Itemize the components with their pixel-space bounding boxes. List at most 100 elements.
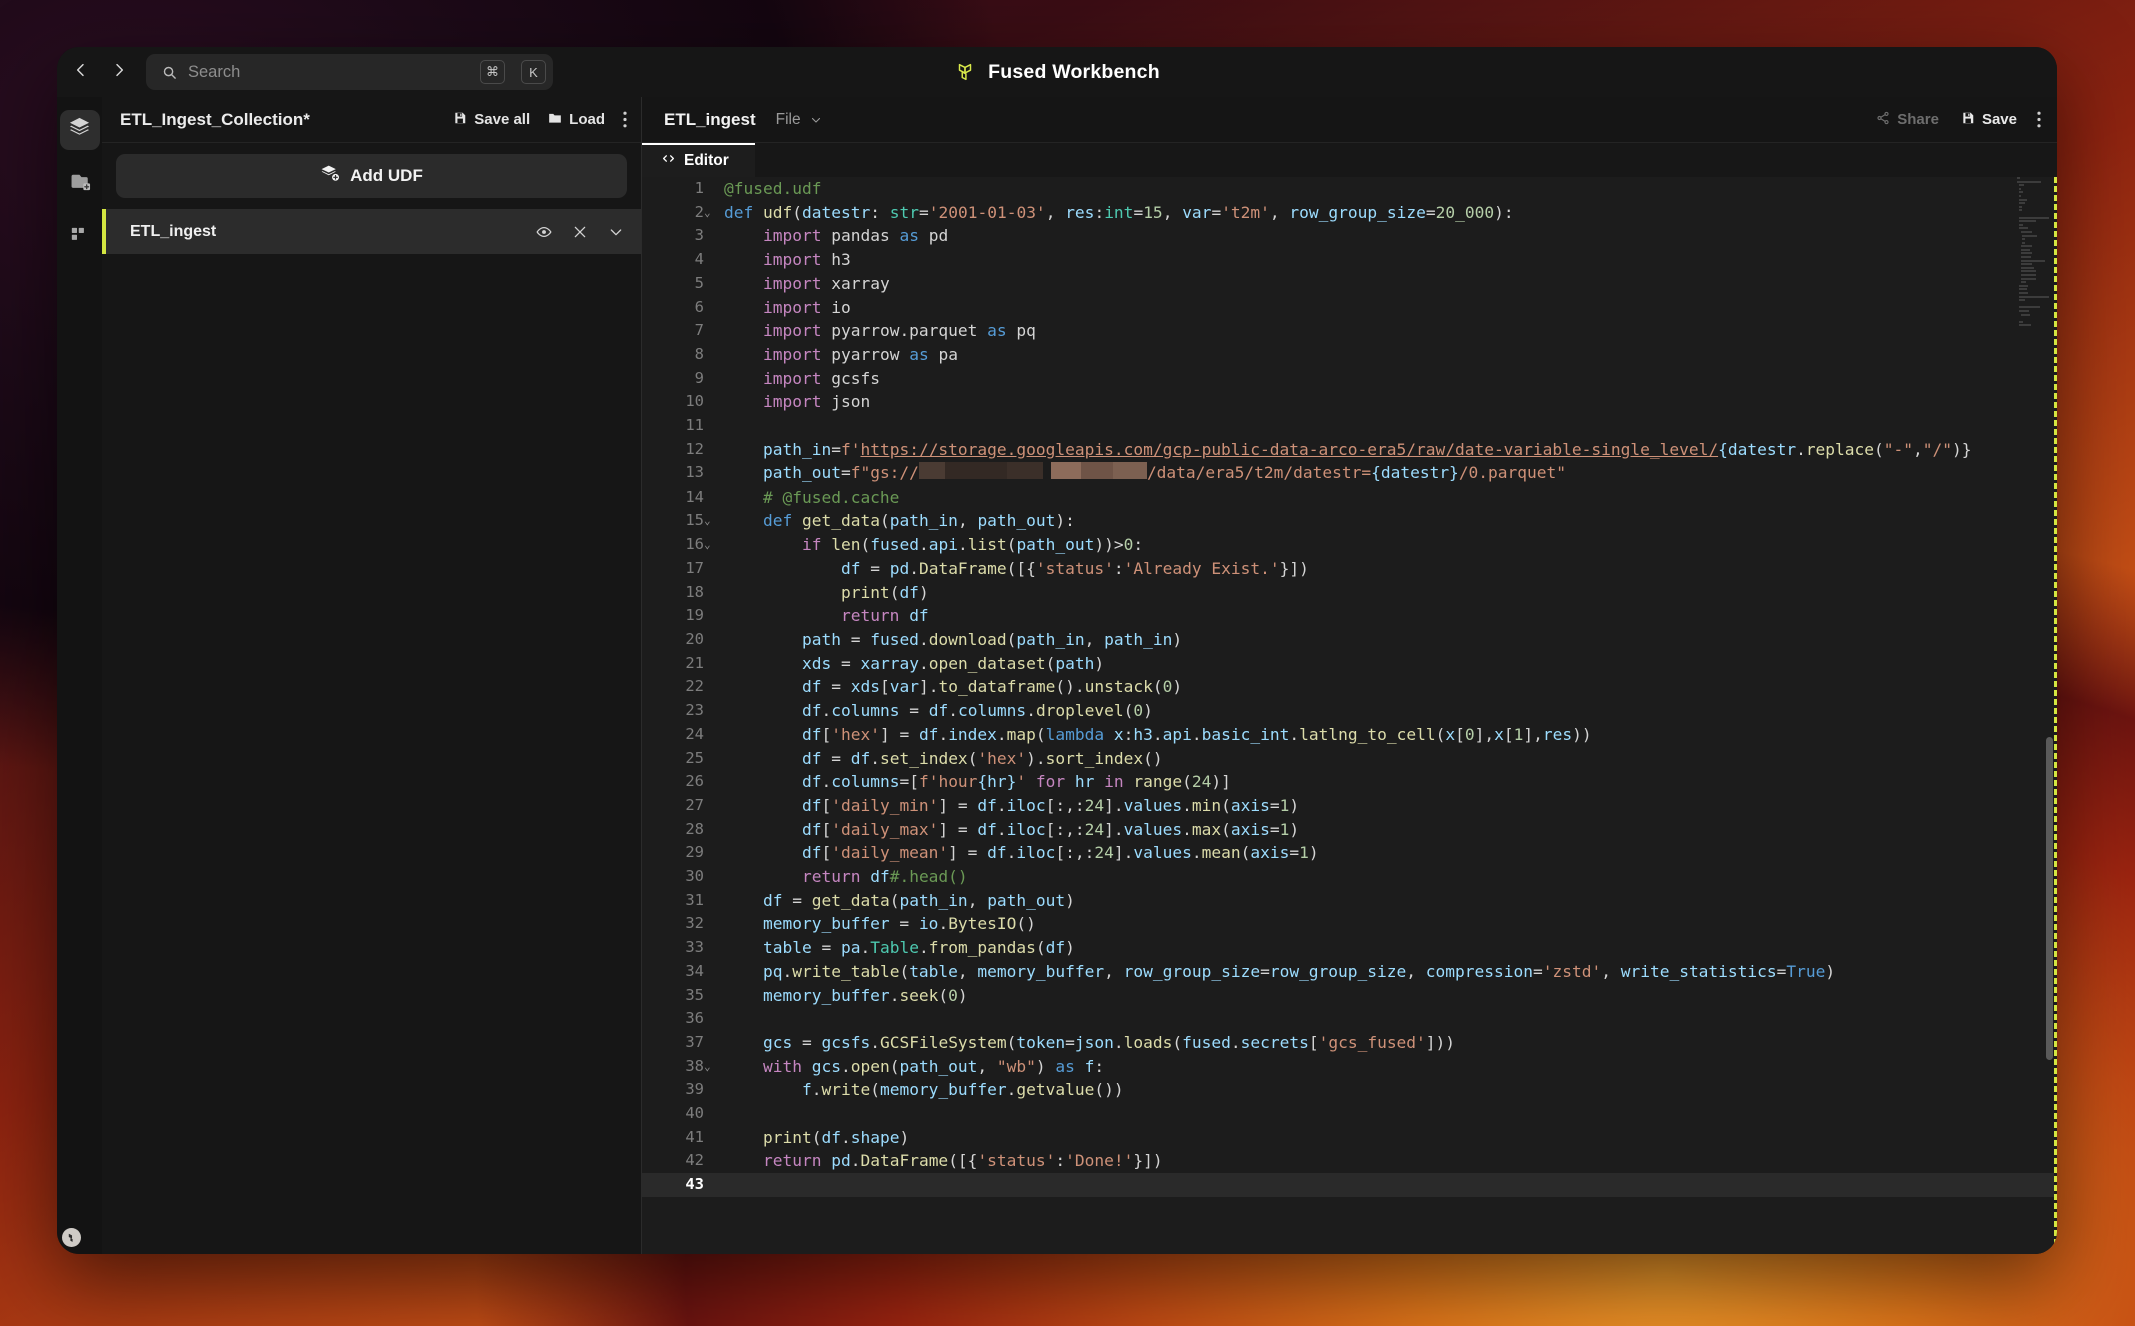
line-number: 27 [685, 795, 704, 814]
code-line[interactable]: 11 [642, 414, 2054, 438]
code-line[interactable]: 15 ⌄ def get_data(path_in, path_out): [642, 509, 2054, 533]
folder-plus-icon [68, 170, 91, 198]
fold-toggle [704, 1126, 724, 1150]
code-line[interactable]: 32 memory_buffer = io.BytesIO() [642, 912, 2054, 936]
fold-toggle [704, 1149, 724, 1173]
forward-button[interactable] [102, 55, 136, 89]
line-number: 11 [685, 416, 704, 435]
list-item[interactable]: ETL_ingest [102, 209, 641, 254]
share-label: Share [1897, 111, 1939, 128]
code-line[interactable]: 20 path = fused.download(path_in, path_i… [642, 628, 2054, 652]
code-line[interactable]: 29 df['daily_mean'] = df.iloc[:,:24].val… [642, 841, 2054, 865]
fused-logo-icon [954, 61, 976, 83]
code-line[interactable]: 2 ⌄ def udf(datestr: str='2001-01-03', res… [642, 201, 2054, 225]
editor-tabs: Editor [642, 143, 2057, 177]
fold-toggle [704, 889, 724, 913]
fold-toggle [704, 1031, 724, 1055]
code-scroll-region[interactable]: 1 @fused.udf 2 ⌄ def udf(datestr: str='2001-… [642, 177, 2054, 1254]
code-line[interactable]: 28 df['daily_max'] = df.iloc[:,:24].valu… [642, 818, 2054, 842]
code-line[interactable]: 6 import io [642, 296, 2054, 320]
line-number: 22 [685, 677, 704, 696]
code-line[interactable]: 40 [642, 1102, 2054, 1126]
line-number: 4 [694, 250, 704, 269]
code-line[interactable]: 9 import gcsfs [642, 367, 2054, 391]
code-line[interactable]: 1 @fused.udf [642, 177, 2054, 201]
code-line[interactable]: 34 pq.write_table(table, memory_buffer, … [642, 960, 2054, 984]
line-number: 42 [685, 1151, 704, 1170]
code-line[interactable]: 25 df = df.set_index('hex').sort_index() [642, 747, 2054, 771]
code-line[interactable]: 18 print(df) [642, 581, 2054, 605]
fold-toggle [704, 936, 724, 960]
load-button[interactable]: Load [548, 111, 605, 129]
code-line-source: df['daily_min'] = df.iloc[:,:24].values.… [801, 795, 1300, 815]
search-input[interactable]: Search ⌘ K [146, 54, 553, 90]
fold-toggle [704, 1102, 724, 1126]
code-line[interactable]: 4 import h3 [642, 248, 2054, 272]
fold-toggle [704, 319, 724, 343]
fold-toggle[interactable]: ⌄ [704, 509, 724, 533]
fold-toggle [704, 367, 724, 391]
code-line-source: import pyarrow.parquet as pq [762, 321, 1036, 341]
code-line[interactable]: 26 df.columns=[f'hour{hr}' for hr in ran… [642, 770, 2054, 794]
fused-corner-logo-icon [62, 1228, 81, 1247]
close-icon[interactable] [572, 224, 588, 240]
back-button[interactable] [64, 55, 98, 89]
code-line[interactable]: 5 import xarray [642, 272, 2054, 296]
save-all-button[interactable]: Save all [453, 111, 530, 129]
add-udf-button[interactable]: Add UDF [116, 154, 627, 198]
code-line[interactable]: 10 import json [642, 390, 2054, 414]
collection-kebab-menu-icon[interactable] [623, 111, 627, 128]
code-line[interactable]: 33 table = pa.Table.from_pandas(df) [642, 936, 2054, 960]
file-menu-button[interactable]: File [776, 111, 801, 129]
code-line-source: df['daily_max'] = df.iloc[:,:24].values.… [801, 819, 1300, 839]
line-number: 13 [685, 463, 704, 482]
code-line[interactable]: 35 memory_buffer.seek(0) [642, 984, 2054, 1008]
eye-icon[interactable] [536, 224, 552, 240]
code-line[interactable]: 42 return pd.DataFrame([{'status':'Done!… [642, 1149, 2054, 1173]
tab-editor[interactable]: Editor [642, 143, 755, 177]
code-line[interactable]: 30 return df#.head() [642, 865, 2054, 889]
sidebar-item-apps-grid[interactable] [60, 218, 100, 258]
chevron-down-icon[interactable] [608, 224, 624, 240]
fold-toggle[interactable]: ⌄ [704, 533, 724, 557]
line-number: 12 [685, 439, 704, 458]
collection-header: ETL_Ingest_Collection* Save all Load [102, 97, 641, 143]
code-line[interactable]: 39 f.write(memory_buffer.getvalue()) [642, 1078, 2054, 1102]
fold-toggle[interactable]: ⌄ [704, 1055, 724, 1079]
code-editor[interactable]: 1 @fused.udf 2 ⌄ def udf(datestr: str='2001-… [642, 177, 2057, 1254]
code-line[interactable]: 22 df = xds[var].to_dataframe().unstack(… [642, 675, 2054, 699]
code-line[interactable]: 13 path_out=f"gs:///data/era5/t2m/datest… [642, 461, 2054, 485]
code-line[interactable]: 23 df.columns = df.columns.droplevel(0) [642, 699, 2054, 723]
share-icon [1876, 111, 1890, 129]
code-line[interactable]: 16 ⌄ if len(fused.api.list(path_out))>0: [642, 533, 2054, 557]
code-line[interactable]: 19 return df [642, 604, 2054, 628]
code-line[interactable]: 17 df = pd.DataFrame([{'status':'Already… [642, 557, 2054, 581]
scrollbar-thumb[interactable] [2046, 737, 2053, 1061]
editor-kebab-menu-icon[interactable] [2037, 111, 2041, 128]
code-line[interactable]: 14 # @fused.cache [642, 486, 2054, 510]
share-button[interactable]: Share [1876, 111, 1939, 129]
code-line[interactable]: 8 import pyarrow as pa [642, 343, 2054, 367]
sidebar-item-file-explorer[interactable] [60, 164, 100, 204]
code-line-source: print(df.shape) [762, 1127, 910, 1147]
code-line[interactable]: 31 df = get_data(path_in, path_out) [642, 889, 2054, 913]
line-number: 40 [685, 1104, 704, 1123]
code-line[interactable]: 7 import pyarrow.parquet as pq [642, 319, 2054, 343]
code-line[interactable]: 3 import pandas as pd [642, 224, 2054, 248]
code-line[interactable]: 12 path_in=f'https://storage.googleapis.… [642, 438, 2054, 462]
line-number: 31 [685, 890, 704, 909]
save-button[interactable]: Save [1961, 111, 2017, 129]
code-line[interactable]: 21 xds = xarray.open_dataset(path) [642, 652, 2054, 676]
fold-toggle[interactable]: ⌄ [704, 201, 724, 225]
sidebar-item-udf-collections[interactable] [59, 110, 100, 150]
code-line[interactable]: 37 gcs = gcsfs.GCSFileSystem(token=json.… [642, 1031, 2054, 1055]
code-line-source: f.write(memory_buffer.getvalue()) [801, 1080, 1124, 1100]
code-line[interactable]: 41 print(df.shape) [642, 1126, 2054, 1150]
code-line[interactable]: 27 df['daily_min'] = df.iloc[:,:24].valu… [642, 794, 2054, 818]
code-line[interactable]: 36 [642, 1007, 2054, 1031]
code-line[interactable]: 43 [642, 1173, 2054, 1197]
code-line[interactable]: 24 df['hex'] = df.index.map(lambda x:h3.… [642, 723, 2054, 747]
chevron-down-icon[interactable] [810, 114, 822, 126]
code-line[interactable]: 38 ⌄ with gcs.open(path_out, "wb") as f: [642, 1055, 2054, 1079]
editor-vertical-scrollbar[interactable] [2045, 177, 2054, 1254]
